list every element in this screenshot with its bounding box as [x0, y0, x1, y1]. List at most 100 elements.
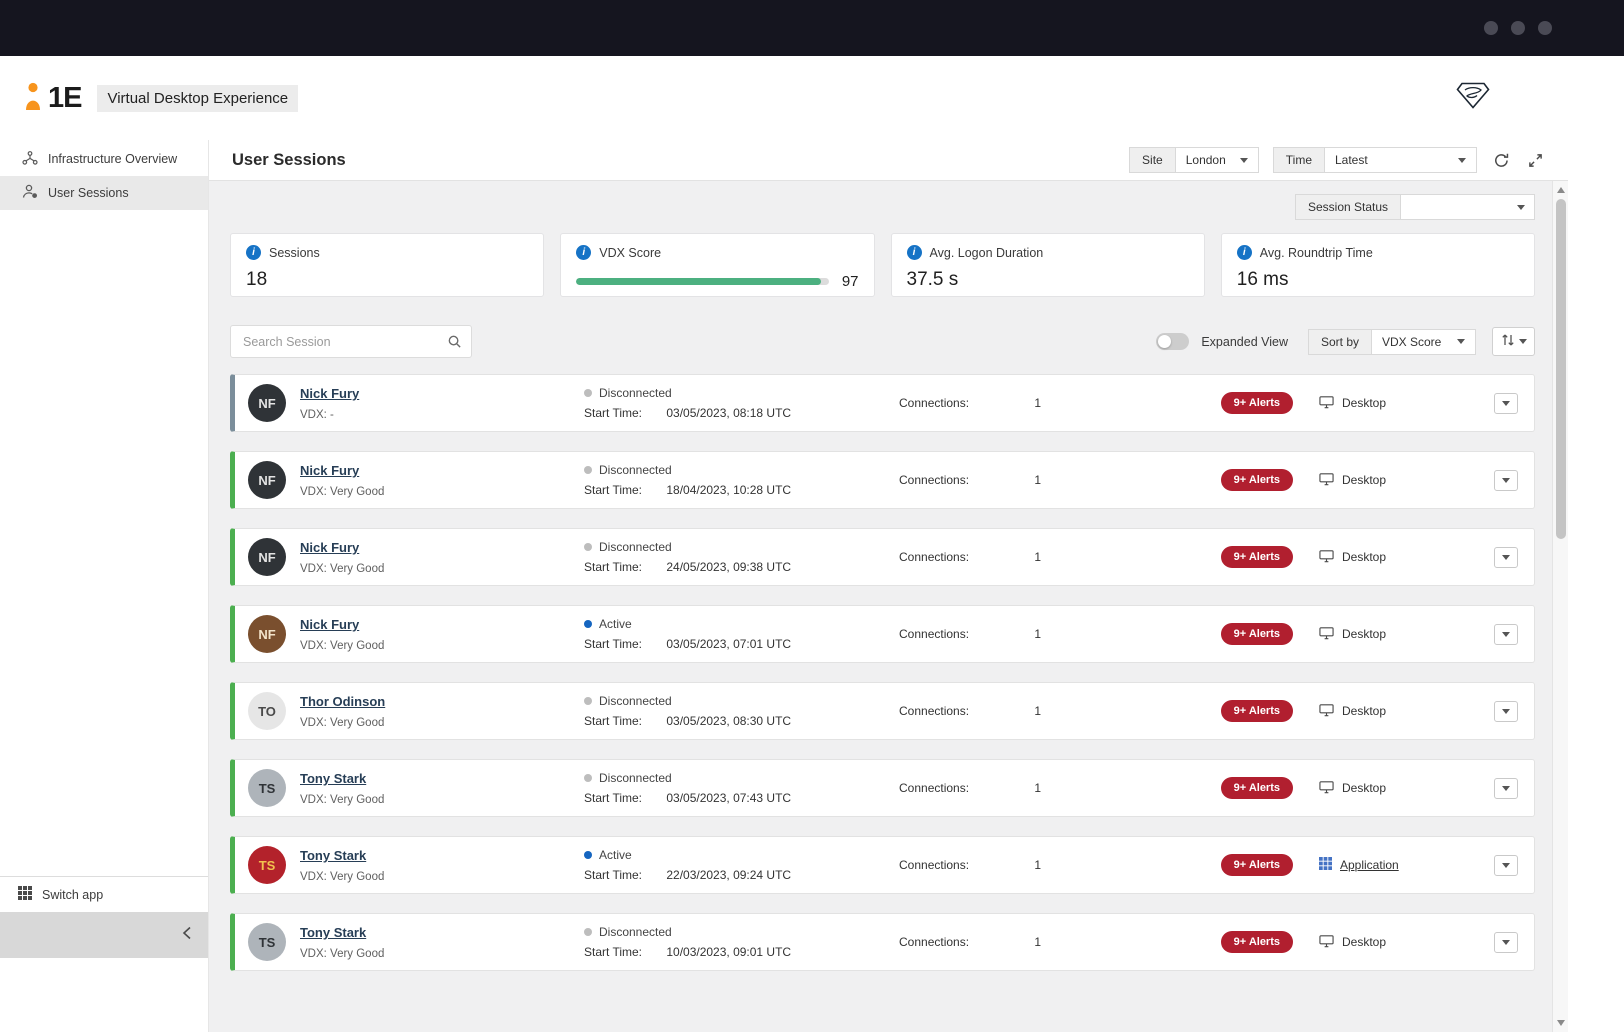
- alerts-badge[interactable]: 9+ Alerts: [1221, 854, 1293, 876]
- session-user-link[interactable]: Nick Fury: [300, 617, 359, 632]
- time-filter: Time Latest: [1273, 147, 1477, 173]
- session-type-label: Desktop: [1342, 935, 1386, 949]
- session-vdx-label: VDX: Very Good: [300, 717, 584, 729]
- refresh-button[interactable]: [1491, 150, 1512, 171]
- session-user-link[interactable]: Tony Stark: [300, 771, 366, 786]
- main-content: User Sessions Site London Time Latest: [209, 140, 1568, 1032]
- window-control-dot-3[interactable]: [1538, 21, 1552, 35]
- session-type-column: Desktop: [1319, 395, 1494, 412]
- superman-logo-icon: [1455, 82, 1491, 114]
- content-scroll-area: Session Status i Sessions 18: [209, 181, 1552, 1032]
- session-type-column: Desktop: [1319, 626, 1494, 643]
- scrollbar-thumb[interactable]: [1556, 199, 1566, 539]
- session-vdx-label: VDX: Very Good: [300, 948, 584, 960]
- alerts-badge[interactable]: 9+ Alerts: [1221, 469, 1293, 491]
- alerts-badge[interactable]: 9+ Alerts: [1221, 931, 1293, 953]
- row-expand-button[interactable]: [1494, 855, 1518, 876]
- chevron-down-icon: [1502, 632, 1510, 637]
- user-avatar: NF: [248, 538, 286, 576]
- start-time-label: Start Time:: [584, 791, 663, 805]
- session-type-column: Desktop: [1319, 472, 1494, 489]
- search-icon[interactable]: [447, 334, 462, 354]
- app-grid-icon: [18, 886, 32, 903]
- start-time-label: Start Time:: [584, 483, 663, 497]
- expanded-view-toggle[interactable]: [1156, 333, 1189, 350]
- search-session-input[interactable]: [230, 325, 472, 358]
- row-expand-button[interactable]: [1494, 932, 1518, 953]
- switch-app-button[interactable]: Switch app: [0, 876, 208, 912]
- session-user-link[interactable]: Nick Fury: [300, 386, 359, 401]
- sidebar-item-infrastructure-overview[interactable]: Infrastructure Overview: [0, 142, 208, 176]
- session-row: NF Nick Fury VDX: - Disconnected Start T…: [230, 374, 1535, 432]
- status-label: Disconnected: [599, 386, 672, 400]
- connections-value: 1: [1034, 473, 1041, 487]
- vdx-score-value: 97: [842, 273, 859, 290]
- session-status-column: Disconnected Start Time: 03/05/2023, 08:…: [584, 386, 899, 420]
- row-expand-button[interactable]: [1494, 701, 1518, 722]
- time-dropdown[interactable]: Latest: [1325, 147, 1477, 173]
- status-label: Disconnected: [599, 925, 672, 939]
- desktop-icon: [1319, 626, 1334, 643]
- alerts-badge[interactable]: 9+ Alerts: [1221, 392, 1293, 414]
- sidebar-collapse-button[interactable]: [0, 912, 208, 958]
- desktop-icon: [1319, 395, 1334, 412]
- session-user-link[interactable]: Nick Fury: [300, 463, 359, 478]
- info-icon[interactable]: i: [1237, 245, 1252, 260]
- metric-card-vdx-score: i VDX Score 97: [560, 233, 874, 297]
- session-user-column: Tony Stark VDX: Very Good: [300, 770, 584, 806]
- fullscreen-button[interactable]: [1526, 151, 1545, 170]
- info-icon[interactable]: i: [576, 245, 591, 260]
- vertical-scrollbar: [1552, 181, 1568, 1032]
- chevron-down-icon: [1502, 709, 1510, 714]
- row-expand-button[interactable]: [1494, 778, 1518, 799]
- row-expand-button[interactable]: [1494, 624, 1518, 645]
- alerts-badge[interactable]: 9+ Alerts: [1221, 546, 1293, 568]
- session-user-link[interactable]: Nick Fury: [300, 540, 359, 555]
- desktop-icon: [1319, 703, 1334, 720]
- vdx-progress-track: [576, 278, 829, 285]
- connections-label: Connections:: [899, 396, 1031, 410]
- session-status-dropdown[interactable]: Session Status: [1295, 194, 1535, 220]
- connections-value: 1: [1034, 935, 1041, 949]
- session-user-link[interactable]: Tony Stark: [300, 848, 366, 863]
- user-avatar: TS: [248, 923, 286, 961]
- metric-label: VDX Score: [599, 246, 661, 260]
- sort-direction-button[interactable]: [1492, 327, 1535, 356]
- sidebar-item-user-sessions[interactable]: User Sessions: [0, 176, 208, 210]
- status-dot: [584, 389, 592, 397]
- window-control-dot-1[interactable]: [1484, 21, 1498, 35]
- session-user-link[interactable]: Thor Odinson: [300, 694, 385, 709]
- alerts-badge[interactable]: 9+ Alerts: [1221, 623, 1293, 645]
- session-type-label[interactable]: Application: [1340, 858, 1399, 872]
- alerts-badge[interactable]: 9+ Alerts: [1221, 777, 1293, 799]
- chevron-down-icon: [1502, 478, 1510, 483]
- info-icon[interactable]: i: [907, 245, 922, 260]
- window-control-dot-2[interactable]: [1511, 21, 1525, 35]
- toggle-knob: [1158, 335, 1171, 348]
- status-label: Disconnected: [599, 540, 672, 554]
- info-icon[interactable]: i: [246, 245, 261, 260]
- alerts-badge[interactable]: 9+ Alerts: [1221, 700, 1293, 722]
- site-dropdown[interactable]: London: [1176, 147, 1259, 173]
- start-time-label: Start Time:: [584, 945, 663, 959]
- connections-label: Connections:: [899, 473, 1031, 487]
- session-user-link[interactable]: Tony Stark: [300, 925, 366, 940]
- start-time-label: Start Time:: [584, 714, 663, 728]
- metric-value: 16 ms: [1237, 269, 1519, 291]
- status-label: Active: [599, 848, 632, 862]
- connections-value: 1: [1034, 627, 1041, 641]
- status-dot: [584, 620, 592, 628]
- scroll-down-arrow[interactable]: [1557, 1020, 1565, 1026]
- status-label: Disconnected: [599, 463, 672, 477]
- start-time-value: 03/05/2023, 07:01 UTC: [666, 637, 791, 651]
- user-avatar: NF: [248, 615, 286, 653]
- switch-app-label: Switch app: [42, 888, 103, 902]
- row-expand-button[interactable]: [1494, 393, 1518, 414]
- app-header: 1E Virtual Desktop Experience: [0, 56, 1568, 140]
- scroll-up-arrow[interactable]: [1557, 187, 1565, 193]
- sort-by-dropdown[interactable]: VDX Score: [1372, 329, 1476, 355]
- connections-value: 1: [1034, 781, 1041, 795]
- session-vdx-label: VDX: Very Good: [300, 640, 584, 652]
- row-expand-button[interactable]: [1494, 470, 1518, 491]
- row-expand-button[interactable]: [1494, 547, 1518, 568]
